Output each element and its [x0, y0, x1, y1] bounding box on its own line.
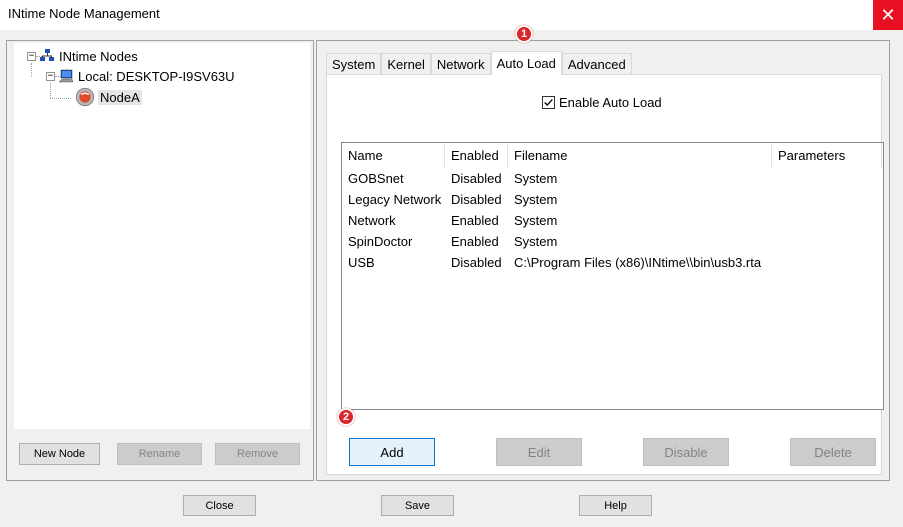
- auto-load-page: Enable Auto Load Name Enabled Filename P…: [326, 74, 884, 475]
- tab-auto-load[interactable]: Auto Load: [490, 51, 562, 75]
- tree-item-intime-nodes[interactable]: − INtime Nodes: [27, 47, 138, 65]
- tab-system[interactable]: System: [326, 53, 382, 75]
- new-node-button[interactable]: New Node: [19, 443, 100, 465]
- rename-button[interactable]: Rename: [117, 443, 202, 465]
- column-header-enabled[interactable]: Enabled: [445, 143, 508, 168]
- enable-auto-load-label: Enable Auto Load: [559, 95, 662, 110]
- remove-button[interactable]: Remove: [215, 443, 300, 465]
- enable-auto-load-checkbox[interactable]: Enable Auto Load: [542, 95, 662, 110]
- list-item[interactable]: USB Disabled C:\Program Files (x86)\INti…: [342, 252, 808, 273]
- node-tree-panel: − INtime Nodes − Local: DESKTOP-I9SV63U: [6, 40, 314, 481]
- tree-item-local[interactable]: − Local: DESKTOP-I9SV63U: [46, 67, 235, 85]
- cell-filename: System: [514, 171, 558, 186]
- window-title: INtime Node Management: [8, 6, 160, 21]
- edit-button[interactable]: Edit: [496, 438, 582, 466]
- cell-filename: System: [514, 234, 558, 249]
- cell-filename: System: [514, 192, 558, 207]
- cell-name: Legacy Network: [348, 192, 442, 207]
- close-button[interactable]: Close: [183, 495, 256, 516]
- column-header-filename[interactable]: Filename: [508, 143, 772, 168]
- network-nodes-icon: [40, 49, 54, 61]
- collapse-icon[interactable]: −: [46, 71, 55, 81]
- cell-enabled: Disabled: [451, 192, 502, 207]
- save-button[interactable]: Save: [381, 495, 454, 516]
- node-icon: [75, 87, 95, 107]
- disable-button[interactable]: Disable: [643, 438, 729, 466]
- tab-advanced[interactable]: Advanced: [561, 53, 632, 75]
- auto-load-list[interactable]: Name Enabled Filename Parameters GOBSnet…: [341, 142, 884, 410]
- tree-connector: [50, 83, 51, 98]
- node-settings-panel: System Kernel Network Auto Load Advanced…: [316, 40, 890, 481]
- cell-filename: System: [514, 213, 558, 228]
- close-window-button[interactable]: ✕: [873, 0, 903, 30]
- title-bar: INtime Node Management ✕: [0, 0, 903, 30]
- column-header-name[interactable]: Name: [342, 143, 445, 168]
- cell-filename: C:\Program Files (x86)\INtime\\bin\usb3.…: [514, 255, 762, 270]
- close-icon: ✕: [880, 4, 896, 26]
- cell-enabled: Enabled: [451, 213, 499, 228]
- tab-kernel[interactable]: Kernel: [381, 53, 431, 75]
- list-header: Name Enabled Filename Parameters: [342, 143, 883, 168]
- cell-name: SpinDoctor: [348, 234, 413, 249]
- help-button[interactable]: Help: [579, 495, 652, 516]
- cell-enabled: Disabled: [451, 171, 502, 186]
- collapse-icon[interactable]: −: [27, 51, 36, 61]
- annotation-badge-2: 2: [337, 408, 355, 426]
- checkmark-icon: [544, 99, 553, 107]
- cell-name: GOBSnet: [348, 171, 404, 186]
- list-item[interactable]: GOBSnet Disabled System: [342, 168, 772, 189]
- cell-enabled: Enabled: [451, 234, 499, 249]
- tab-bar: System Kernel Network Auto Load Advanced: [326, 51, 632, 75]
- add-button[interactable]: Add: [349, 438, 435, 466]
- cell-enabled: Disabled: [451, 255, 502, 270]
- computer-icon: [58, 69, 74, 83]
- tree-connector: [50, 98, 71, 99]
- cell-name: Network: [348, 213, 396, 228]
- cell-name: USB: [348, 255, 375, 270]
- tree-item-nodea[interactable]: NodeA: [75, 87, 142, 107]
- checkbox-box[interactable]: [542, 96, 555, 109]
- node-tree[interactable]: − INtime Nodes − Local: DESKTOP-I9SV63U: [14, 43, 310, 429]
- list-item[interactable]: Legacy Network Disabled System: [342, 189, 772, 210]
- list-item[interactable]: SpinDoctor Enabled System: [342, 231, 772, 252]
- tree-item-label: NodeA: [98, 89, 142, 105]
- column-header-parameters[interactable]: Parameters: [772, 143, 882, 168]
- delete-button[interactable]: Delete: [790, 438, 876, 466]
- tree-item-label: Local: DESKTOP-I9SV63U: [78, 68, 235, 84]
- tree-item-label: INtime Nodes: [59, 48, 138, 64]
- tab-network[interactable]: Network: [430, 53, 491, 75]
- annotation-badge-1: 1: [515, 25, 533, 43]
- list-item[interactable]: Network Enabled System: [342, 210, 772, 231]
- tree-connector: [31, 63, 32, 77]
